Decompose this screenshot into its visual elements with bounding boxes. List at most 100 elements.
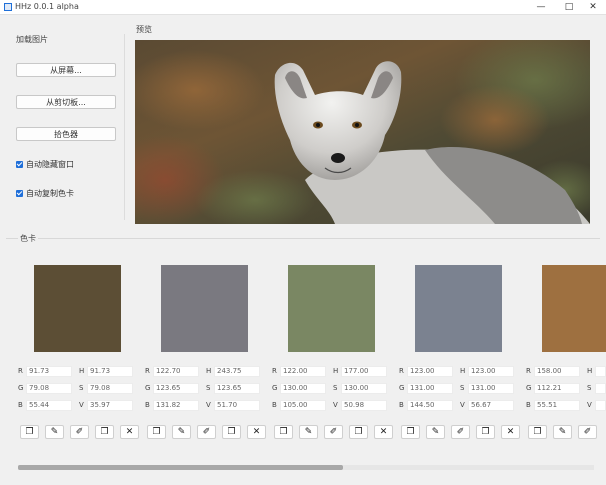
duplicate-icon: ❐ (100, 427, 109, 437)
duplicate-button[interactable]: ❐ (476, 425, 495, 439)
channel-label-v: V (79, 401, 84, 409)
channel-label-h: H (333, 367, 339, 375)
edit-button[interactable]: ✎ (45, 425, 64, 439)
remove-button[interactable]: ✕ (374, 425, 393, 439)
pick-button[interactable]: ✐ (324, 425, 343, 439)
color-swatch[interactable] (288, 265, 375, 352)
channel-s-field[interactable]: 79.08 (87, 383, 133, 394)
duplicate-icon: ❐ (481, 427, 490, 437)
pick-button[interactable]: ✐ (70, 425, 89, 439)
scrollbar-thumb[interactable] (18, 465, 343, 470)
title-bar: HHz 0.0.1 alpha — □ ✕ (0, 0, 606, 15)
edit-button[interactable]: ✎ (553, 425, 572, 439)
color-swatch[interactable] (415, 265, 502, 352)
copy-button[interactable]: ❐ (20, 425, 39, 439)
channel-g-field[interactable]: 131.00 (407, 383, 453, 394)
pencil-icon: ✎ (50, 427, 59, 437)
auto-hide-label: 自动隐藏窗口 (26, 160, 74, 169)
channel-s-field[interactable]: 123.65 (214, 383, 260, 394)
channel-v-field[interactable]: 51.70 (214, 400, 260, 411)
maximize-button[interactable]: □ (556, 0, 582, 14)
checkbox-checked-icon[interactable] (16, 190, 23, 197)
channel-r-field[interactable]: 123.00 (407, 366, 453, 377)
channel-label-h: H (206, 367, 212, 375)
pencil-icon: ✎ (304, 427, 313, 437)
channel-h-field[interactable]: 177.00 (341, 366, 387, 377)
pencil-icon: ✎ (431, 427, 440, 437)
pick-button[interactable]: ✐ (197, 425, 216, 439)
copy-button[interactable]: ❐ (528, 425, 547, 439)
duplicate-button[interactable]: ❐ (349, 425, 368, 439)
channel-b-field[interactable]: 131.82 (153, 400, 199, 411)
eyedropper-icon: ✐ (202, 427, 211, 437)
copy-button[interactable]: ❐ (401, 425, 420, 439)
channel-s-field[interactable]: 130.00 (341, 383, 387, 394)
channel-v-field[interactable]: 35.97 (87, 400, 133, 411)
channel-v-field[interactable] (595, 400, 606, 411)
channel-h-field[interactable]: 243.75 (214, 366, 260, 377)
channel-s-field[interactable]: 131.00 (468, 383, 514, 394)
channel-g-field[interactable]: 123.65 (153, 383, 199, 394)
channel-label-r: R (526, 367, 531, 375)
copy-icon: ❐ (406, 427, 415, 437)
close-button[interactable]: ✕ (580, 0, 606, 14)
channel-r-field[interactable]: 91.73 (26, 366, 72, 377)
duplicate-button[interactable]: ❐ (95, 425, 114, 439)
remove-button[interactable]: ✕ (501, 425, 520, 439)
close-icon: ✕ (379, 427, 388, 437)
close-icon: ✕ (252, 427, 261, 437)
channel-label-v: V (587, 401, 592, 409)
channel-label-b: B (399, 401, 404, 409)
color-swatch[interactable] (542, 265, 606, 352)
edit-button[interactable]: ✎ (426, 425, 445, 439)
remove-button[interactable]: ✕ (247, 425, 266, 439)
edit-button[interactable]: ✎ (299, 425, 318, 439)
channel-r-field[interactable]: 122.00 (280, 366, 326, 377)
channel-label-g: G (18, 384, 24, 392)
pick-button[interactable]: ✐ (451, 425, 470, 439)
channel-g-field[interactable]: 130.00 (280, 383, 326, 394)
color-swatch[interactable] (34, 265, 121, 352)
channel-h-field[interactable]: 123.00 (468, 366, 514, 377)
minimize-button[interactable]: — (528, 0, 554, 14)
pencil-icon: ✎ (177, 427, 186, 437)
palette-scrollbar[interactable] (18, 465, 594, 470)
close-icon: ✕ (125, 427, 134, 437)
pick-button[interactable]: ✐ (578, 425, 597, 439)
from-screen-button[interactable]: 从屏幕... (16, 63, 116, 77)
channel-b-field[interactable]: 55.44 (26, 400, 72, 411)
load-image-group-label: 加载图片 (16, 35, 48, 44)
channel-v-field[interactable]: 56.67 (468, 400, 514, 411)
channel-v-field[interactable]: 50.98 (341, 400, 387, 411)
duplicate-button[interactable]: ❐ (222, 425, 241, 439)
channel-label-h: H (587, 367, 593, 375)
eyedropper-icon: ✐ (75, 427, 84, 437)
checkbox-checked-icon[interactable] (16, 161, 23, 168)
channel-g-field[interactable]: 79.08 (26, 383, 72, 394)
edit-button[interactable]: ✎ (172, 425, 191, 439)
copy-button[interactable]: ❐ (274, 425, 293, 439)
channel-s-field[interactable] (595, 383, 606, 394)
channel-label-b: B (526, 401, 531, 409)
channel-b-field[interactable]: 105.00 (280, 400, 326, 411)
remove-button[interactable]: ✕ (120, 425, 139, 439)
channel-r-field[interactable]: 158.00 (534, 366, 580, 377)
channel-label-s: S (460, 384, 465, 392)
channel-label-v: V (206, 401, 211, 409)
preview-label: 预览 (136, 25, 152, 34)
copy-button[interactable]: ❐ (147, 425, 166, 439)
channel-label-r: R (18, 367, 23, 375)
color-picker-button[interactable]: 拾色器 (16, 127, 116, 141)
from-clipboard-button[interactable]: 从剪切板... (16, 95, 116, 109)
color-swatch[interactable] (161, 265, 248, 352)
channel-h-field[interactable]: 91.73 (87, 366, 133, 377)
channel-h-field[interactable] (595, 366, 606, 377)
duplicate-icon: ❐ (354, 427, 363, 437)
copy-icon: ❐ (533, 427, 542, 437)
channel-r-field[interactable]: 122.70 (153, 366, 199, 377)
channel-g-field[interactable]: 112.21 (534, 383, 580, 394)
auto-copy-label: 自动复制色卡 (26, 189, 74, 198)
channel-b-field[interactable]: 55.51 (534, 400, 580, 411)
channel-b-field[interactable]: 144.50 (407, 400, 453, 411)
copy-icon: ❐ (25, 427, 34, 437)
